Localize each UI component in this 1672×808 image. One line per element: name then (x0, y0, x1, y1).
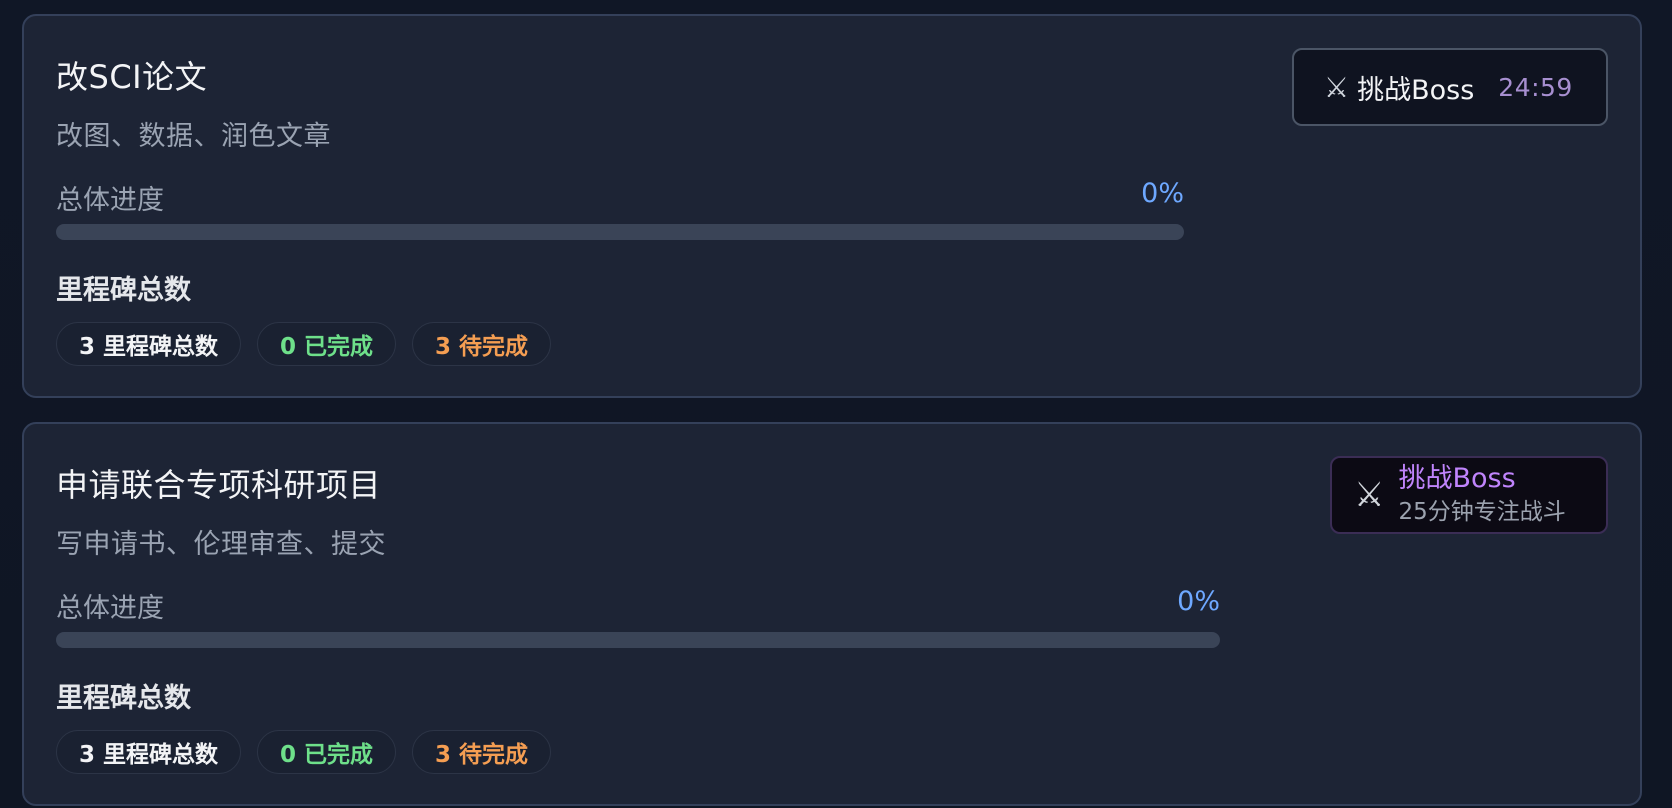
milestones-title: 里程碑总数 (56, 275, 191, 306)
milestone-done-badge: 0 已完成 (257, 730, 397, 774)
progress-bar (56, 632, 1220, 648)
project-card: 申请联合专项科研项目 写申请书、伦理审查、提交 总体进度 0% 里程碑总数 3 … (22, 422, 1642, 806)
project-description: 改图、数据、润色文章 (56, 121, 331, 152)
challenge-boss-text: 挑战Boss 25分钟专注战斗 (1398, 462, 1565, 528)
milestone-chips: 3 里程碑总数 0 已完成 3 待完成 (56, 730, 552, 774)
milestone-done-badge: 0 已完成 (257, 322, 397, 366)
progress-percent: 0% (1177, 586, 1220, 617)
challenge-boss-description: 25分钟专注战斗 (1398, 499, 1566, 525)
project-card: 改SCI论文 改图、数据、润色文章 总体进度 0% 里程碑总数 3 里程碑总数 … (22, 14, 1642, 398)
challenge-boss-button[interactable]: ⚔ 挑战Boss 25分钟专注战斗 (1330, 456, 1608, 534)
milestone-total-badge: 3 里程碑总数 (56, 730, 242, 774)
milestone-chips: 3 里程碑总数 0 已完成 3 待完成 (56, 322, 552, 366)
milestones-title: 里程碑总数 (56, 683, 191, 714)
project-title: 申请联合专项科研项目 (56, 466, 382, 504)
progress-label: 总体进度 (56, 593, 164, 624)
project-description: 写申请书、伦理审查、提交 (56, 529, 386, 560)
challenge-boss-label: 挑战Boss (1357, 74, 1475, 106)
challenge-boss-button[interactable]: ⚔ 挑战Boss 24:59 (1292, 48, 1608, 126)
page: 改SCI论文 改图、数据、润色文章 总体进度 0% 里程碑总数 3 里程碑总数 … (0, 0, 1672, 808)
crossed-swords-icon: ⚔ (1324, 70, 1350, 104)
milestone-todo-badge: 3 待完成 (412, 322, 552, 366)
milestone-todo-badge: 3 待完成 (412, 730, 552, 774)
project-title: 改SCI论文 (56, 58, 208, 96)
milestone-total-badge: 3 里程碑总数 (56, 322, 242, 366)
boss-timer: 24:59 (1498, 72, 1573, 102)
progress-label: 总体进度 (56, 185, 164, 216)
challenge-boss-label: 挑战Boss (1398, 463, 1516, 494)
crossed-swords-icon: ⚔ (1354, 475, 1385, 515)
progress-bar (56, 224, 1184, 240)
progress-percent: 0% (1141, 178, 1184, 209)
